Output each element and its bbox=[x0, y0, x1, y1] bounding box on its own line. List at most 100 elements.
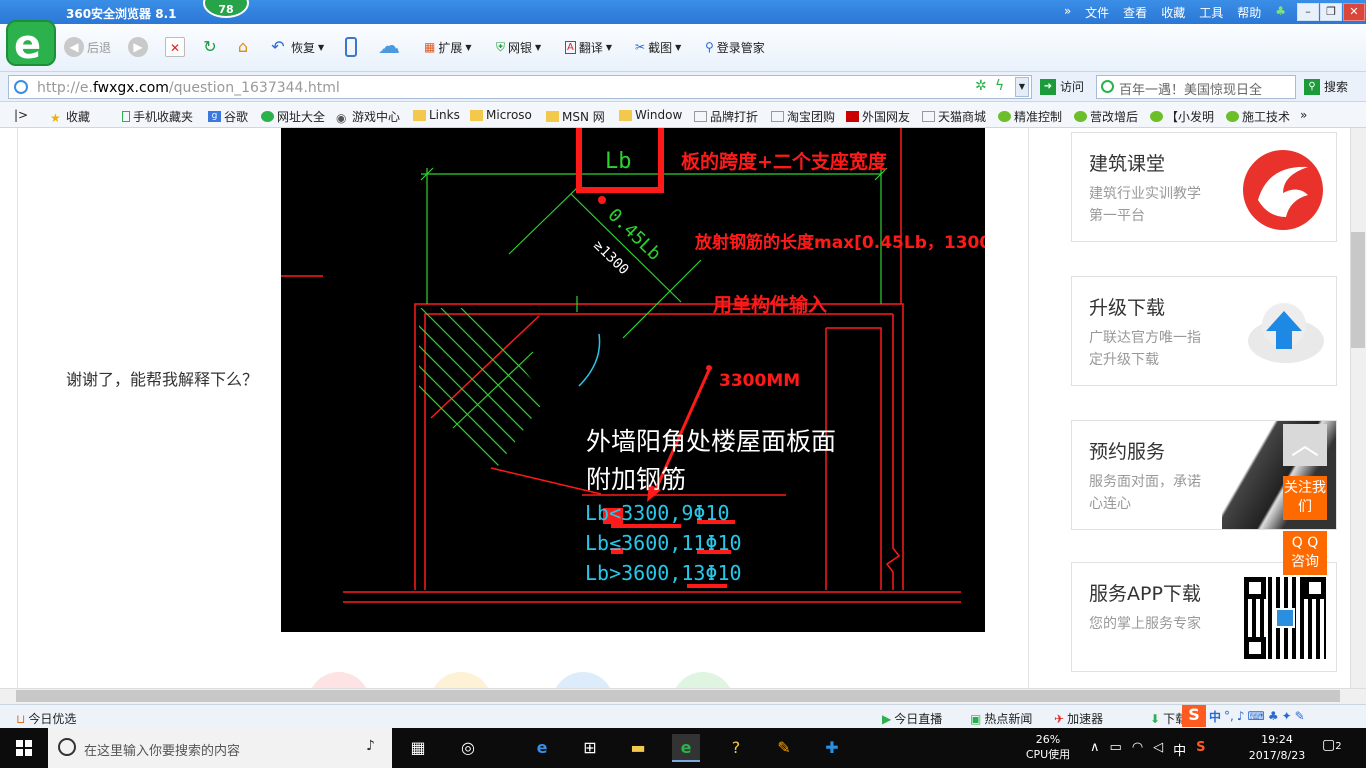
minimize-button[interactable]: – bbox=[1297, 3, 1319, 21]
bank-button[interactable]: ⛨ 网银 ▼ bbox=[496, 36, 541, 58]
task-view-icon[interactable]: ▦ bbox=[404, 734, 432, 762]
login-manager-button[interactable]: ⚲ 登录管家 bbox=[705, 36, 765, 58]
fav-item[interactable]: 淘宝团购 bbox=[771, 108, 835, 125]
app-icon[interactable]: ◎ bbox=[454, 734, 482, 762]
start-button[interactable] bbox=[0, 728, 48, 768]
mm3300-label: 3300MM bbox=[719, 371, 800, 391]
fav-item[interactable]: ★ 收藏 bbox=[50, 108, 90, 125]
folder-icon bbox=[619, 109, 632, 121]
app-title: 360安全浏览器 8.1 bbox=[66, 7, 177, 21]
battery-icon[interactable]: ▭ bbox=[1110, 740, 1122, 759]
fav-item[interactable]: ◉ 游戏中心 bbox=[336, 108, 400, 125]
fav-item[interactable]: 施工技术 bbox=[1226, 108, 1290, 125]
cad-app-icon[interactable]: ✚ bbox=[818, 734, 846, 762]
title-menu: » 文件 查看 收藏 工具 帮助 ♣ bbox=[1064, 4, 1286, 21]
cloud-button[interactable]: ☁ bbox=[378, 36, 400, 58]
menu-tools[interactable]: 工具 bbox=[1199, 4, 1223, 21]
restore-button[interactable]: ↶ 恢复 ▼ bbox=[268, 36, 324, 58]
key-icon: ⚲ bbox=[705, 40, 714, 54]
sogou-tray-icon[interactable]: S bbox=[1196, 740, 1205, 759]
edge-icon[interactable]: e bbox=[528, 734, 556, 762]
wifi-icon[interactable]: ◠ bbox=[1132, 740, 1143, 759]
address-bar[interactable]: http://e.fwxgx.com/question_1637344.html… bbox=[8, 75, 1032, 99]
horizontal-scrollbar-thumb[interactable] bbox=[16, 690, 1340, 702]
maximize-button[interactable]: ❐ bbox=[1320, 3, 1342, 21]
address-dropdown-icon[interactable]: ▼ bbox=[1015, 77, 1029, 97]
fav-item[interactable]: 营改增后 bbox=[1074, 108, 1138, 125]
accelerator[interactable]: ✈ 加速器 bbox=[1054, 710, 1103, 727]
fav-item[interactable]: 天猫商城 bbox=[922, 108, 986, 125]
menu-file[interactable]: 文件 bbox=[1085, 4, 1109, 21]
span-note: 板的跨度+二个支座宽度 bbox=[681, 150, 888, 173]
today-picks[interactable]: ⊔ 今日优选 bbox=[16, 710, 76, 727]
title-menu-chevron-icon[interactable]: » bbox=[1064, 4, 1071, 21]
back-button[interactable]: ◀ 后退 bbox=[64, 36, 111, 58]
forward-button[interactable]: ▶ bbox=[128, 36, 148, 58]
fav-item[interactable]: Window bbox=[619, 108, 682, 122]
taskbar-search-input[interactable]: 在这里输入你要搜索的内容 ♪ bbox=[48, 728, 392, 768]
today-live[interactable]: ▶ 今日直播 bbox=[882, 710, 942, 727]
folder-icon bbox=[546, 111, 559, 122]
fav-item[interactable]: Microso bbox=[470, 108, 532, 122]
chat-icon bbox=[1150, 111, 1163, 122]
fav-item[interactable]: 精准控制 bbox=[998, 108, 1062, 125]
qq-consult-button[interactable]: Q Q 咨询 bbox=[1283, 531, 1327, 575]
home-button[interactable]: ⌂ bbox=[233, 36, 253, 58]
menu-view[interactable]: 查看 bbox=[1123, 4, 1147, 21]
clock[interactable]: 19:24 2017/8/23 bbox=[1244, 732, 1310, 764]
fav-item[interactable]: 外国网友 bbox=[846, 108, 910, 125]
ime-indicator[interactable]: 中 bbox=[1173, 740, 1186, 759]
fav-item[interactable]: Links bbox=[413, 108, 460, 122]
mobile-button[interactable] bbox=[345, 36, 357, 58]
visit-button[interactable]: ➜ 访问 bbox=[1040, 78, 1084, 95]
browser-360-icon[interactable]: e bbox=[672, 734, 700, 762]
scissors-icon: ✂ bbox=[635, 40, 646, 54]
fav-item[interactable]: MSN 网 bbox=[546, 108, 605, 125]
screenshot-button[interactable]: ✂ 截图 ▼ bbox=[635, 36, 681, 58]
card-upgrade-download[interactable]: 升级下载 广联达官方唯一指定升级下载 bbox=[1071, 276, 1337, 386]
vertical-scrollbar[interactable] bbox=[1350, 128, 1366, 688]
fav-item[interactable]: 网址大全 bbox=[261, 108, 325, 125]
hot-news[interactable]: ▣ 热点新闻 bbox=[970, 710, 1032, 727]
lightning-icon[interactable]: ϟ bbox=[995, 78, 1004, 94]
address-text: http://e.fwxgx.com/question_1637344.html bbox=[37, 80, 340, 96]
help-app-icon[interactable]: ? bbox=[722, 734, 750, 762]
sidebar-toggle-icon[interactable]: |> bbox=[14, 108, 28, 122]
browser-logo-icon[interactable]: e bbox=[6, 20, 56, 68]
chevron-up-icon[interactable]: ∧ bbox=[1090, 740, 1100, 759]
fav-item[interactable]: g 谷歌 bbox=[208, 108, 248, 125]
card-building-class[interactable]: 建筑课堂 建筑行业实训教学第一平台 bbox=[1071, 132, 1337, 242]
fav-item[interactable]: 【小发明 bbox=[1150, 108, 1214, 125]
file-explorer-icon[interactable]: ▬ bbox=[624, 734, 652, 762]
mic-icon[interactable]: ♪ bbox=[366, 738, 375, 754]
close-button[interactable]: ✕ bbox=[1343, 3, 1365, 21]
notifications-icon[interactable]: ▢2 bbox=[1322, 737, 1348, 759]
more-favorites-icon[interactable]: » bbox=[1300, 108, 1307, 122]
skin-icon: ♣ bbox=[1267, 709, 1279, 723]
punct-icon: °, bbox=[1224, 709, 1234, 723]
follow-us-button[interactable]: 关注我们 bbox=[1283, 476, 1327, 520]
back-to-top-button[interactable]: ︿ bbox=[1283, 424, 1327, 466]
notes-app-icon[interactable]: ✎ bbox=[770, 734, 798, 762]
search-button[interactable]: ⚲ 搜索 bbox=[1304, 78, 1348, 95]
cpu-meter[interactable]: 26% CPU使用 bbox=[1022, 732, 1074, 762]
volume-icon[interactable]: ◁ bbox=[1153, 740, 1163, 759]
search-input[interactable]: 百年一遇！美国惊现日全 bbox=[1096, 75, 1296, 99]
security-score-badge[interactable]: 78 bbox=[203, 0, 249, 18]
store-icon[interactable]: ⊞ bbox=[576, 734, 604, 762]
star-icon: ★ bbox=[50, 111, 61, 125]
fav-item[interactable]: 手机收藏夹 bbox=[122, 108, 193, 125]
skin-icon[interactable]: ♣ bbox=[1275, 4, 1286, 21]
radial-note: 放射钢筋的长度max[0.45Lb，1300 ] bbox=[694, 232, 985, 253]
decor-circle bbox=[672, 672, 734, 688]
fav-item[interactable]: 品牌打折 bbox=[694, 108, 758, 125]
card-app-download[interactable]: 服务APP下载 您的掌上服务专家 bbox=[1071, 562, 1337, 672]
menu-favorites[interactable]: 收藏 bbox=[1161, 4, 1185, 21]
stop-button[interactable]: ✕ bbox=[165, 36, 185, 58]
vertical-scrollbar-thumb[interactable] bbox=[1351, 232, 1365, 348]
extend-button[interactable]: ▦ 扩展 ▼ bbox=[424, 36, 472, 58]
menu-help[interactable]: 帮助 bbox=[1237, 4, 1261, 21]
refresh-button[interactable]: ↻ bbox=[200, 36, 220, 58]
translate-button[interactable]: A 翻译 ▼ bbox=[565, 36, 612, 58]
sogou-ime-bar[interactable]: S 中 °, ♪ ⌨ ♣ ✦ ✎ bbox=[1182, 705, 1305, 727]
